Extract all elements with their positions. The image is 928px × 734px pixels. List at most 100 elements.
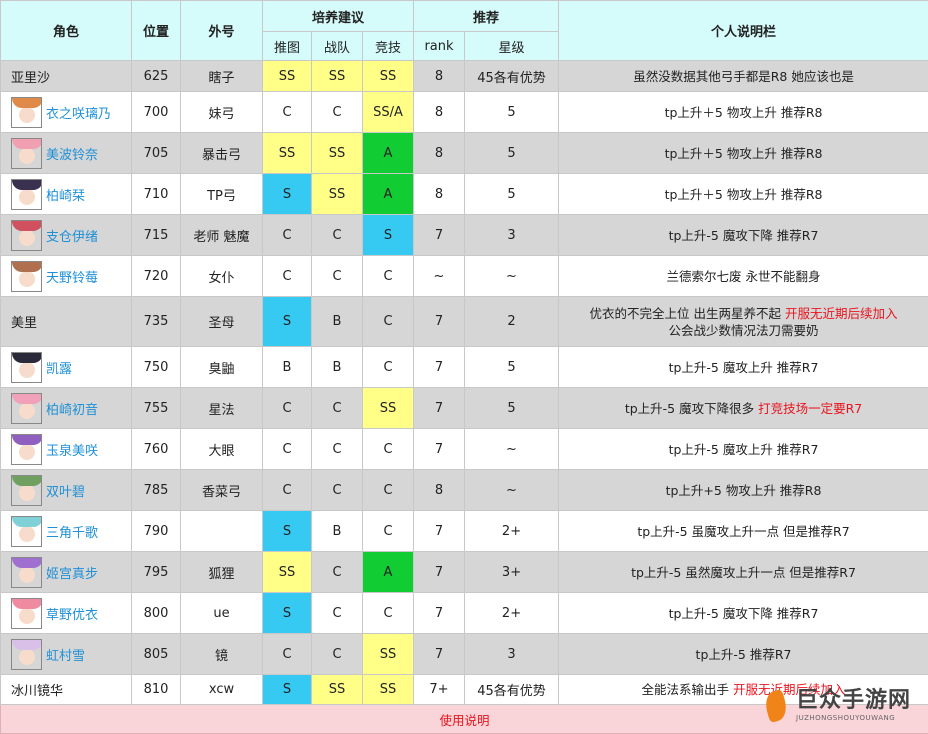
rank-cell: 7 (414, 297, 465, 347)
character-name-link[interactable]: 虹村雪 (46, 645, 85, 664)
watermark-title: 巨众手游网 (796, 690, 911, 712)
character-avatar-icon[interactable] (11, 261, 42, 292)
role-cell[interactable]: 双叶碧 (1, 470, 132, 511)
position-cell: 810 (132, 675, 181, 705)
table-row: 姬宫真步795狐狸SSCA73+tp上升-5 虽然魔攻上升一点 但是推荐R7 (1, 552, 928, 593)
character-name-link[interactable]: 草野优衣 (46, 604, 98, 623)
note-text-line2: 公会战少数情况法刀需要奶 (669, 323, 819, 338)
arena-rating-cell: SS (363, 388, 414, 429)
table-row: 美里735圣母SBC72优衣的不完全上位 出生两星养不起 开服无近期后续加入公会… (1, 297, 928, 347)
note-cell: tp上升-5 魔攻下降 推荐R7 (559, 215, 928, 256)
character-name-link[interactable]: 柏崎初音 (46, 399, 98, 418)
note-text: tp上升+5 物攻上升 推荐R8 (666, 483, 822, 498)
character-avatar-icon[interactable] (11, 557, 42, 588)
role-cell[interactable]: 美波铃奈 (1, 133, 132, 174)
clan-rating-cell: C (312, 215, 363, 256)
arena-rating-cell: C (363, 593, 414, 634)
character-table: 角色 位置 外号 培养建议 推荐 个人说明栏 推图 战队 竞技 rank 星级 … (0, 0, 928, 734)
role-cell[interactable]: 支仓伊绪 (1, 215, 132, 256)
push-rating-cell: C (263, 388, 312, 429)
character-name-link[interactable]: 柏崎栞 (46, 185, 85, 204)
note-text: tp上升-5 虽魔攻上升一点 但是推荐R7 (637, 524, 849, 539)
note-cell: 兰德索尔七废 永世不能翻身 (559, 256, 928, 297)
note-text: tp上升-5 魔攻上升 推荐R7 (669, 442, 819, 457)
rank-cell: 7 (414, 634, 465, 675)
role-cell[interactable]: 天野铃莓 (1, 256, 132, 297)
table-row: 双叶碧785香菜弓CCC8~tp上升+5 物攻上升 推荐R8 (1, 470, 928, 511)
header-position: 位置 (132, 1, 181, 61)
clan-rating-cell: C (312, 388, 363, 429)
push-rating-cell: S (263, 675, 312, 705)
clan-rating-cell: SS (312, 133, 363, 174)
header-role: 角色 (1, 1, 132, 61)
role-cell[interactable]: 三角千歌 (1, 511, 132, 552)
character-avatar-icon[interactable] (11, 179, 42, 210)
character-avatar-icon[interactable] (11, 639, 42, 670)
character-avatar-icon[interactable] (11, 598, 42, 629)
alias-cell: 女仆 (181, 256, 263, 297)
role-cell[interactable]: 柏崎栞 (1, 174, 132, 215)
role-cell: 美里 (1, 297, 132, 347)
arena-rating-cell: C (363, 429, 414, 470)
star-cell: ~ (465, 256, 559, 297)
role-cell[interactable]: 虹村雪 (1, 634, 132, 675)
character-avatar-icon[interactable] (11, 434, 42, 465)
clan-rating-cell: C (312, 429, 363, 470)
alias-cell: 星法 (181, 388, 263, 429)
character-name-link[interactable]: 玉泉美咲 (46, 440, 98, 459)
table-row: 柏崎栞710TP弓SSSA85tp上升＋5 物攻上升 推荐R8 (1, 174, 928, 215)
push-rating-cell: SS (263, 552, 312, 593)
note-highlight: 开服无近期后续加入 (785, 306, 898, 321)
character-name-link[interactable]: 美波铃奈 (46, 144, 98, 163)
note-text: tp上升-5 魔攻下降 推荐R7 (669, 228, 819, 243)
character-avatar-icon[interactable] (11, 516, 42, 547)
role-cell[interactable]: 玉泉美咲 (1, 429, 132, 470)
character-avatar-icon[interactable] (11, 475, 42, 506)
rank-cell: 7 (414, 511, 465, 552)
note-cell: 虽然没数据其他弓手都是R8 她应该也是 (559, 61, 928, 92)
character-name-link[interactable]: 姬宫真步 (46, 563, 98, 582)
clan-rating-cell: SS (312, 675, 363, 705)
alias-cell: 老师 魅魔 (181, 215, 263, 256)
clan-rating-cell: C (312, 470, 363, 511)
character-avatar-icon[interactable] (11, 393, 42, 424)
header-star: 星级 (465, 32, 559, 61)
character-name-link[interactable]: 凯露 (46, 358, 72, 377)
character-name-link[interactable]: 双叶碧 (46, 481, 85, 500)
character-avatar-icon[interactable] (11, 97, 42, 128)
rank-cell: 8 (414, 92, 465, 133)
alias-cell: 妹弓 (181, 92, 263, 133)
character-name-link[interactable]: 支仓伊绪 (46, 226, 98, 245)
position-cell: 800 (132, 593, 181, 634)
table-row: 玉泉美咲760大眼CCC7~tp上升-5 魔攻上升 推荐R7 (1, 429, 928, 470)
alias-cell: 圣母 (181, 297, 263, 347)
character-avatar-icon[interactable] (11, 220, 42, 251)
note-cell: tp上升-5 魔攻下降 推荐R7 (559, 593, 928, 634)
character-name-link[interactable]: 衣之咲璃乃 (46, 103, 111, 122)
position-cell: 705 (132, 133, 181, 174)
role-cell[interactable]: 柏崎初音 (1, 388, 132, 429)
position-cell: 760 (132, 429, 181, 470)
position-cell: 790 (132, 511, 181, 552)
note-cell: tp上升+5 物攻上升 推荐R8 (559, 470, 928, 511)
rank-cell: 7 (414, 215, 465, 256)
header-clan: 战队 (312, 32, 363, 61)
character-avatar-icon[interactable] (11, 138, 42, 169)
character-name-link[interactable]: 三角千歌 (46, 522, 98, 541)
position-cell: 700 (132, 92, 181, 133)
alias-cell: 暴击弓 (181, 133, 263, 174)
position-cell: 625 (132, 61, 181, 92)
role-cell[interactable]: 凯露 (1, 347, 132, 388)
alias-cell: xcw (181, 675, 263, 705)
position-cell: 715 (132, 215, 181, 256)
note-text: tp上升-5 虽然魔攻上升一点 但是推荐R7 (631, 565, 856, 580)
note-cell: tp上升-5 虽魔攻上升一点 但是推荐R7 (559, 511, 928, 552)
role-cell[interactable]: 姬宫真步 (1, 552, 132, 593)
arena-rating-cell: C (363, 511, 414, 552)
role-cell[interactable]: 草野优衣 (1, 593, 132, 634)
character-name-link[interactable]: 天野铃莓 (46, 267, 98, 286)
character-avatar-icon[interactable] (11, 352, 42, 383)
table-row: 三角千歌790SBC72+tp上升-5 虽魔攻上升一点 但是推荐R7 (1, 511, 928, 552)
clan-rating-cell: C (312, 92, 363, 133)
role-cell[interactable]: 衣之咲璃乃 (1, 92, 132, 133)
